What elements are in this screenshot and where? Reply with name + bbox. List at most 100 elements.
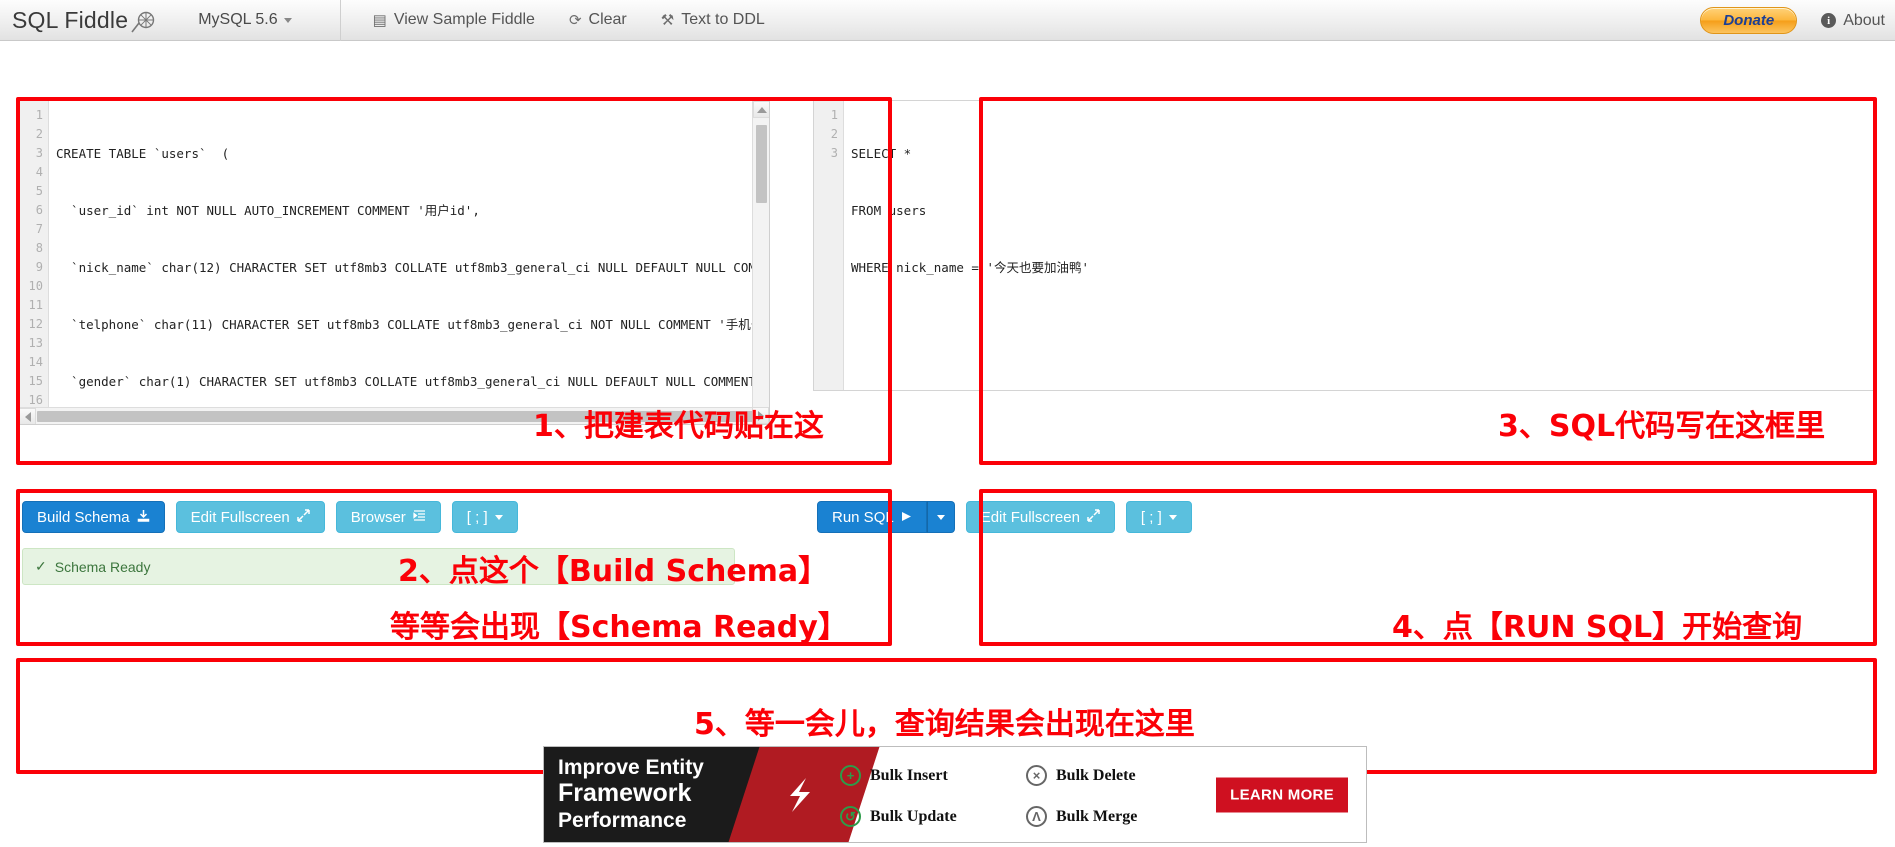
chevron-down-icon: [1168, 514, 1177, 520]
annotation-3-text: 3、SQL代码写在这框里: [1498, 409, 1826, 444]
chevron-down-icon: [283, 17, 292, 23]
check-icon: ✓: [35, 558, 47, 574]
annotation-5-text: 5、等一会儿，查询结果会出现在这里: [694, 707, 1195, 742]
chevron-down-icon: [936, 514, 945, 520]
document-icon: ▤: [372, 12, 387, 29]
text-to-ddl-label: Text to DDL: [681, 11, 765, 28]
header-actions: ▤ View Sample Fiddle ⟳ Clear ⚒ Text to D…: [373, 11, 765, 29]
query-code-text[interactable]: SELECT * FROM users WHERE nick_name = '今…: [844, 101, 1874, 390]
run-sql-button-group: Run SQL: [817, 501, 955, 533]
line-number: 3: [35, 146, 43, 160]
line-number: 15: [28, 374, 43, 388]
query-code-area[interactable]: 1 2 3 SELECT * FROM users WHERE nick_nam…: [814, 101, 1874, 390]
database-selector[interactable]: MySQL 5.6: [198, 11, 292, 29]
separator-label: [ ; ]: [1140, 508, 1162, 526]
download-icon: [137, 509, 150, 525]
donate-button[interactable]: Donate: [1700, 7, 1798, 34]
brand-label: SQL Fiddle: [12, 6, 129, 33]
x-circle-icon: ×: [1026, 765, 1047, 786]
header-divider: [339, 0, 341, 41]
refresh-icon: ⟳: [568, 12, 582, 29]
line-number: 7: [35, 222, 43, 236]
line-number: 2: [35, 127, 43, 141]
left-toolbar: Build Schema Edit Fullscreen Browser [ ;…: [22, 501, 518, 533]
annotation-1-text: 1、把建表代码贴在这: [533, 409, 824, 444]
app-header: SQL Fiddle MySQL 5.6 ▤ View Sample Fiddl…: [0, 0, 1895, 41]
merge-circle-icon: Ʌ: [1026, 806, 1047, 827]
run-sql-label: Run SQL: [832, 508, 894, 526]
clear-button[interactable]: ⟳ Clear: [569, 11, 627, 29]
ad-feature-label: Bulk Merge: [1056, 807, 1138, 825]
code-line: CREATE TABLE `users` (: [56, 146, 230, 161]
ad-feature-bulk-update[interactable]: ↺ Bulk Update: [840, 806, 1020, 827]
query-separator-button[interactable]: [ ; ]: [1125, 501, 1192, 533]
line-number: 6: [35, 203, 43, 217]
scroll-left-icon[interactable]: [19, 408, 36, 424]
clear-label: Clear: [588, 11, 627, 28]
run-sql-button[interactable]: Run SQL: [817, 501, 927, 533]
view-sample-fiddle-button[interactable]: ▤ View Sample Fiddle: [373, 11, 535, 29]
header-right: Donate i About: [1700, 0, 1885, 41]
line-number: 3: [830, 146, 838, 160]
schema-code-area[interactable]: 1 2 3 4 5 6 7 8 9 10 11 12 13 14 15 16 1: [19, 101, 769, 424]
line-number: 10: [28, 279, 43, 293]
view-sample-fiddle-label: View Sample Fiddle: [393, 11, 535, 28]
schema-ready-label: Schema Ready: [54, 558, 151, 575]
build-schema-button[interactable]: Build Schema: [22, 501, 165, 533]
expand-icon: [1087, 509, 1100, 525]
code-line: FROM users: [851, 203, 927, 218]
schema-code-text[interactable]: CREATE TABLE `users` ( `user_id` int NOT…: [49, 101, 769, 424]
text-to-ddl-button[interactable]: ⚒ Text to DDL: [661, 11, 765, 29]
indent-icon: [413, 509, 426, 525]
query-editor[interactable]: 1 2 3 SELECT * FROM users WHERE nick_nam…: [813, 100, 1875, 391]
edit-fullscreen-button-right[interactable]: Edit Fullscreen: [965, 501, 1115, 533]
schema-gutter: 1 2 3 4 5 6 7 8 9 10 11 12 13 14 15 16 1: [19, 101, 49, 424]
ad-feature-bulk-delete[interactable]: × Bulk Delete: [1026, 765, 1206, 786]
browser-label: Browser: [350, 508, 406, 526]
line-number: 2: [830, 127, 838, 141]
browser-button[interactable]: Browser: [335, 501, 441, 533]
edit-fullscreen-label: Edit Fullscreen: [190, 508, 290, 526]
scroll-thumb[interactable]: [756, 125, 767, 203]
line-number: 1: [35, 108, 43, 122]
ad-feature-label: Bulk Update: [870, 807, 957, 825]
schema-separator-button[interactable]: [ ; ]: [451, 501, 518, 533]
ad-feature-label: Bulk Insert: [870, 766, 948, 784]
line-number: 1: [830, 108, 838, 122]
code-line: `gender` char(1) CHARACTER SET utf8mb3 C…: [56, 374, 769, 389]
app-brand[interactable]: SQL Fiddle: [0, 7, 156, 34]
query-gutter: 1 2 3: [814, 101, 844, 390]
about-button[interactable]: i About: [1821, 12, 1885, 30]
code-line: SELECT *: [851, 146, 912, 161]
edit-fullscreen-button-left[interactable]: Edit Fullscreen: [175, 501, 325, 533]
ad-feature-bulk-insert[interactable]: + Bulk Insert: [840, 765, 1020, 786]
line-number: 8: [35, 241, 43, 255]
line-number: 13: [28, 336, 43, 350]
annotation-4-text: 4、点【RUN SQL】开始查询: [1392, 610, 1803, 645]
info-icon: i: [1821, 13, 1837, 28]
refresh-circle-icon: ↺: [840, 806, 861, 827]
code-line: `user_id` int NOT NULL AUTO_INCREMENT CO…: [56, 203, 480, 218]
play-icon: [901, 510, 912, 525]
ad-feature-bulk-merge[interactable]: Ʌ Bulk Merge: [1026, 806, 1206, 827]
annotation-2-line1: 2、点这个【Build Schema】: [398, 554, 829, 589]
schema-editor[interactable]: 1 2 3 4 5 6 7 8 9 10 11 12 13 14 15 16 1: [18, 100, 770, 425]
ad-feature-label: Bulk Delete: [1056, 766, 1136, 784]
schema-vertical-scrollbar[interactable]: [752, 101, 769, 424]
line-number: 9: [35, 260, 43, 274]
line-number: 4: [35, 165, 43, 179]
annotation-2-line2: 等等会出现【Schema Ready】: [390, 610, 848, 645]
ad-banner[interactable]: Improve Entity Framework Performance + B…: [543, 746, 1367, 843]
plus-circle-icon: +: [840, 765, 861, 786]
run-sql-dropdown-button[interactable]: [926, 501, 955, 533]
line-number: 12: [28, 317, 43, 331]
learn-more-button[interactable]: LEARN MORE: [1216, 777, 1348, 812]
about-label: About: [1843, 11, 1885, 29]
sql-fiddle-page: SQL Fiddle MySQL 5.6 ▤ View Sample Fiddl…: [0, 0, 1895, 847]
database-label: MySQL 5.6: [198, 11, 278, 28]
scroll-up-icon[interactable]: [753, 101, 769, 118]
chevron-down-icon: [494, 514, 503, 520]
wrench-icon: ⚒: [660, 12, 675, 29]
right-toolbar: Run SQL Edit Fullscreen [ ; ]: [817, 501, 1192, 533]
expand-icon: [297, 509, 310, 525]
